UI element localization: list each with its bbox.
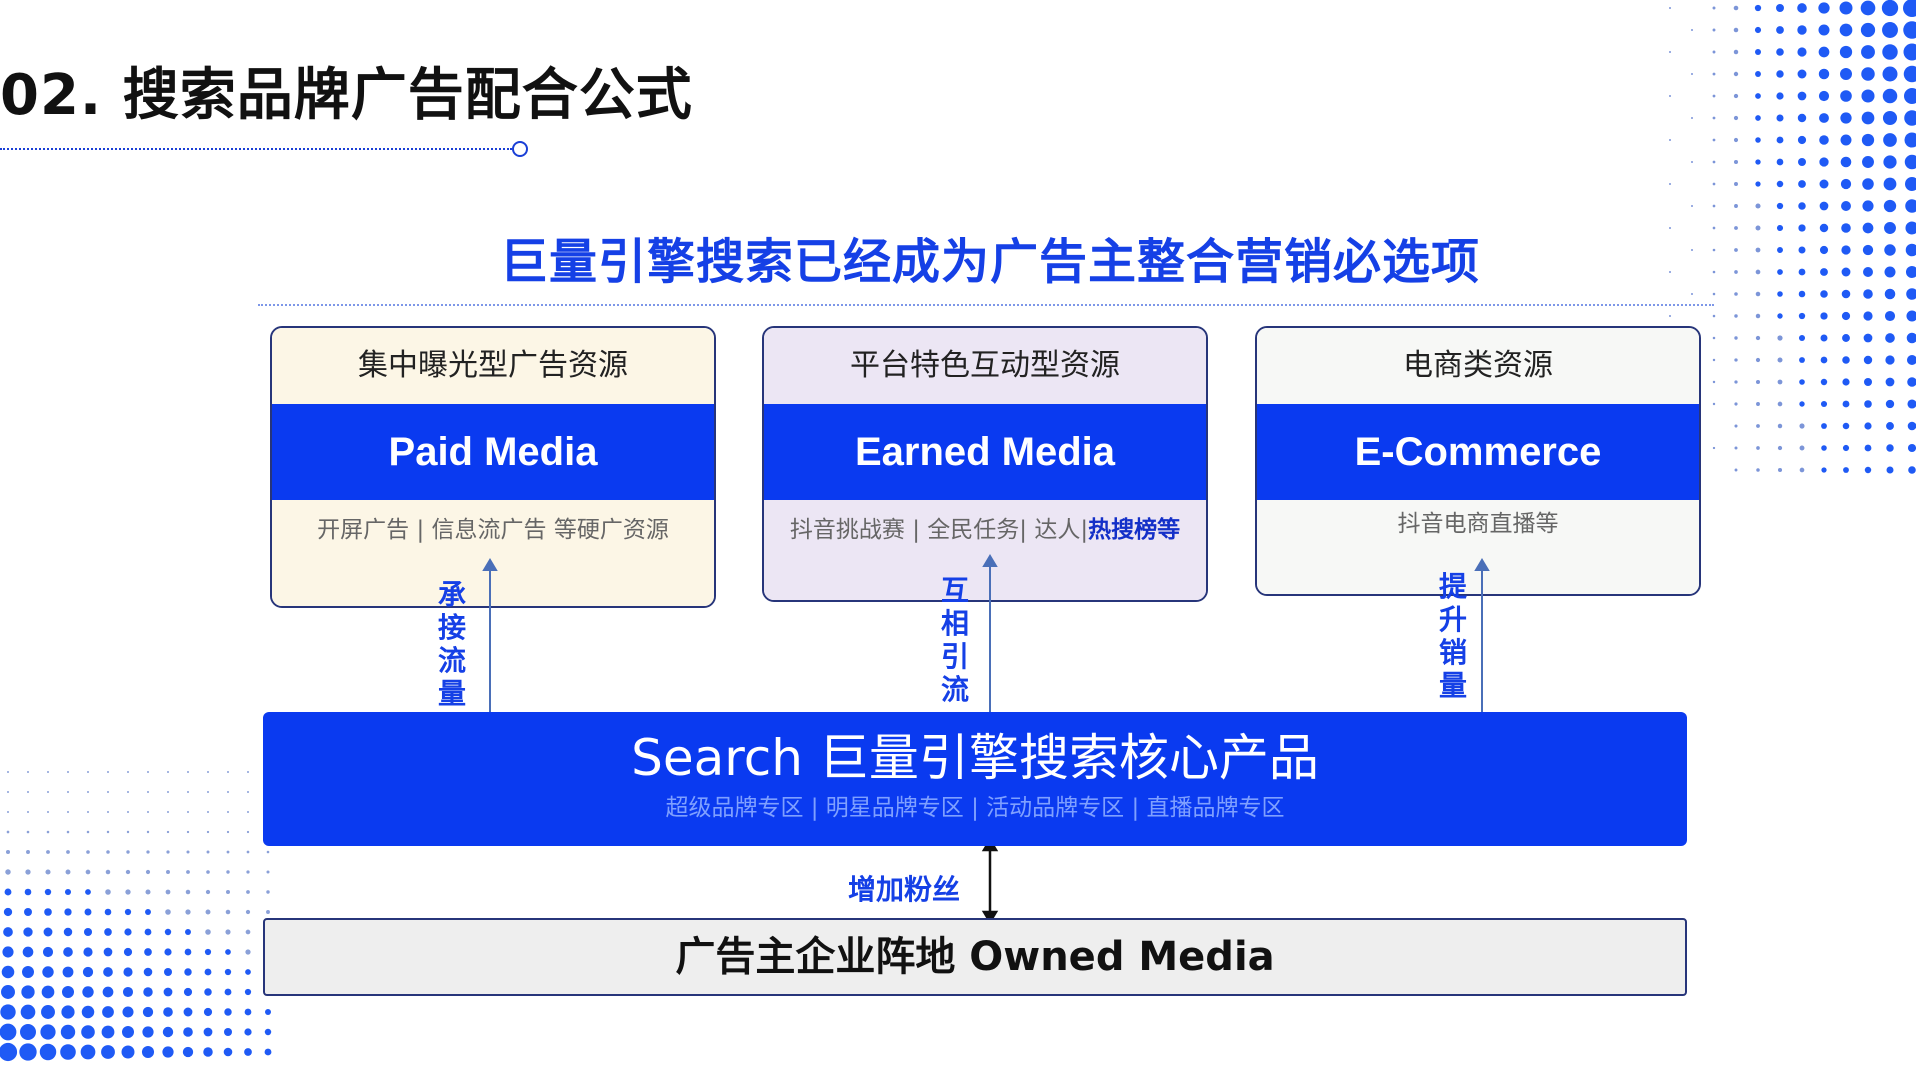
core-product-title: Search 巨量引擎搜索核心产品 [631,729,1319,787]
owned-media-block: 广告主企业阵地 Owned Media [263,918,1687,996]
connector-label-fans: 增加粉丝 [848,873,961,906]
arrow-paid-to-core [482,558,498,728]
search-core-product-block: Search 巨量引擎搜索核心产品 超级品牌专区 | 明星品牌专区 | 活动品牌… [263,712,1687,846]
connector-arrows [482,554,1490,925]
arrow-core-to-owned [981,837,999,925]
core-product-subtitle: 超级品牌专区 | 明星品牌专区 | 活动品牌专区 | 直播品牌专区 [665,795,1285,821]
arrow-ecommerce-to-core [1474,558,1490,736]
arrow-earned-to-core [982,554,998,728]
